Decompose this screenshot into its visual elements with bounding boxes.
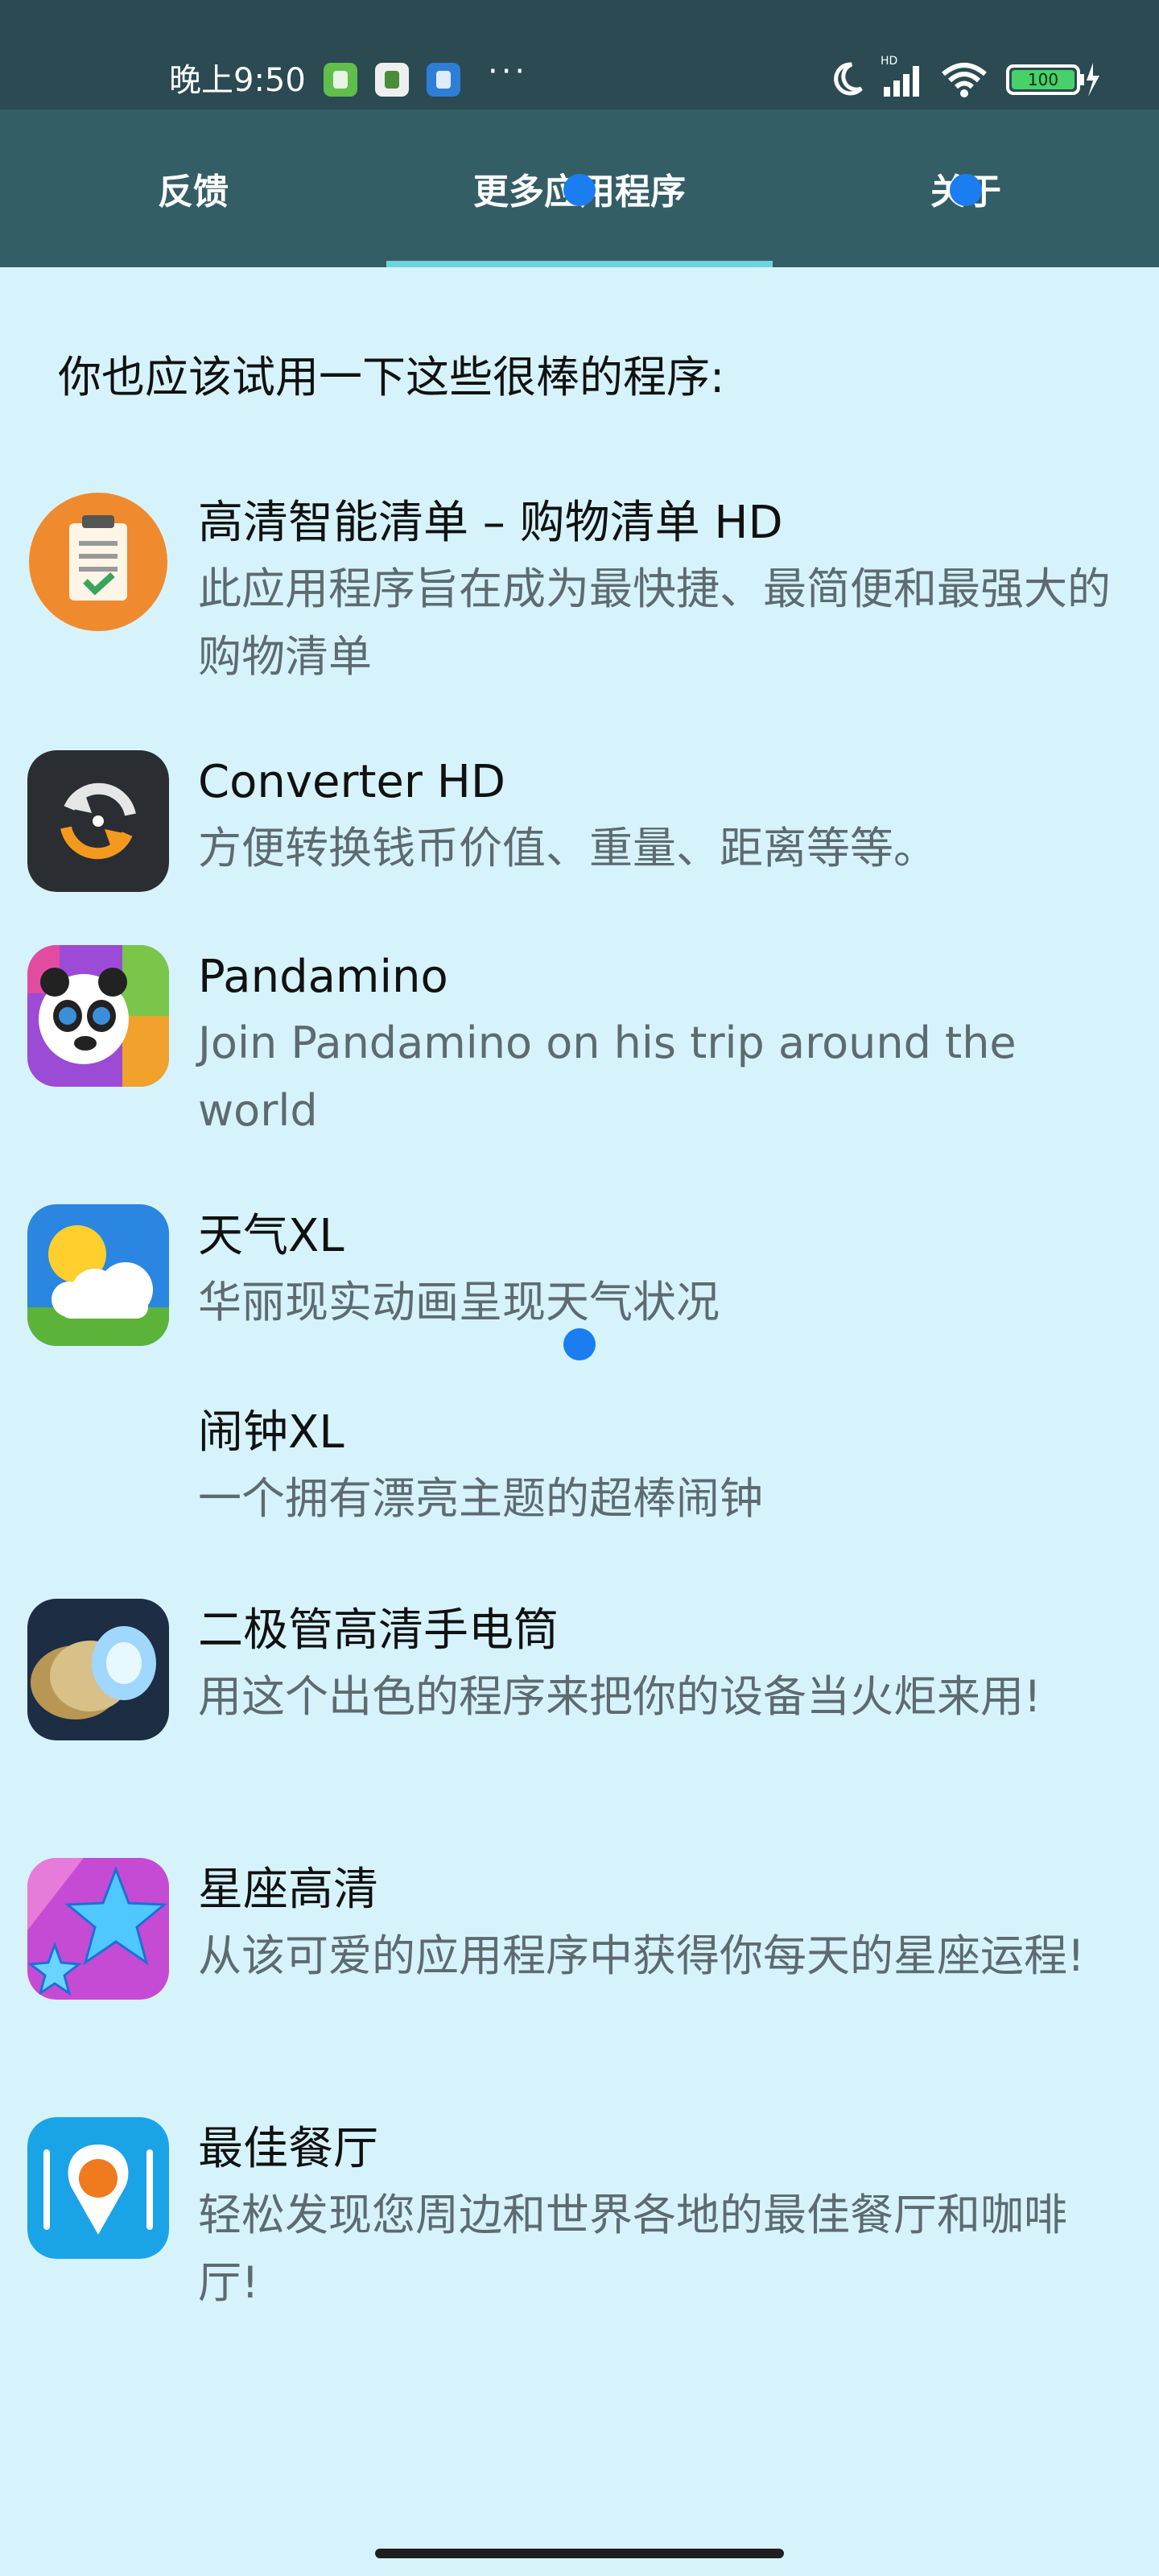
- selected-tab-indicator: [386, 261, 773, 267]
- tab-feedback[interactable]: 反馈: [0, 109, 386, 267]
- app-title: 高清智能清单 – 购物清单 HD: [198, 497, 783, 549]
- app-notification-icon: [427, 63, 460, 97]
- gesture-bar[interactable]: [375, 2549, 784, 2558]
- app-notification-icon: [375, 63, 409, 97]
- status-bar: 晚上9:50 ··· HD 100: [0, 0, 1159, 109]
- app-title: Pandamino: [198, 951, 448, 1003]
- signal-icon: HD: [881, 55, 919, 97]
- app-description: 轻松发现您周边和世界各地的最佳餐厅和咖啡厅!: [198, 2190, 1067, 2308]
- app-title: 星座高清: [198, 1864, 378, 1916]
- app-description: Join Pandamino on his trip around the wo…: [198, 1018, 1017, 1136]
- app-description: 华丽现实动画呈现天气状况: [198, 1277, 720, 1327]
- app-title: 天气XL: [198, 1210, 344, 1262]
- app-notification-icon: [324, 63, 357, 97]
- app-title: Converter HD: [198, 756, 505, 808]
- battery-icon: 100: [1006, 63, 1099, 97]
- moon-icon: [834, 62, 863, 96]
- weather-icon: [27, 1204, 169, 1346]
- app-description: 此应用程序旨在成为最快捷、最简便和最强大的购物清单: [198, 564, 1111, 682]
- svg-text:HD: HD: [881, 55, 897, 68]
- horoscope-icon: [27, 1858, 169, 2000]
- status-time: 晚上9:50: [169, 62, 306, 99]
- wifi-icon: [942, 63, 987, 97]
- app-description: 一个拥有漂亮主题的超棒闹钟: [198, 1473, 763, 1524]
- touch-indicator: [950, 174, 982, 206]
- app-description: 方便转换钱币价值、重量、距离等等。: [198, 823, 937, 873]
- shopping-list-icon: [27, 491, 169, 633]
- alarm-icon: [27, 1401, 169, 1542]
- pandamino-icon: [27, 945, 169, 1087]
- converter-icon: [27, 750, 169, 892]
- app-description: 从该可爱的应用程序中获得你每天的星座运程!: [198, 1930, 1085, 1981]
- app-title: 最佳餐厅: [198, 2123, 378, 2175]
- intro-text: 你也应该试用一下这些很棒的程序:: [58, 352, 725, 402]
- app-title: 二极管高清手电筒: [198, 1604, 559, 1657]
- svg-text:100: 100: [1028, 70, 1058, 89]
- flashlight-icon: [27, 1599, 169, 1740]
- restaurant-icon: [27, 2117, 169, 2259]
- app-title: 闹钟XL: [198, 1406, 344, 1459]
- more-notifications-indicator: ···: [488, 53, 529, 90]
- app-description: 用这个出色的程序来把你的设备当火炬来用!: [198, 1671, 1041, 1722]
- touch-indicator: [563, 1328, 596, 1360]
- touch-indicator: [563, 174, 596, 206]
